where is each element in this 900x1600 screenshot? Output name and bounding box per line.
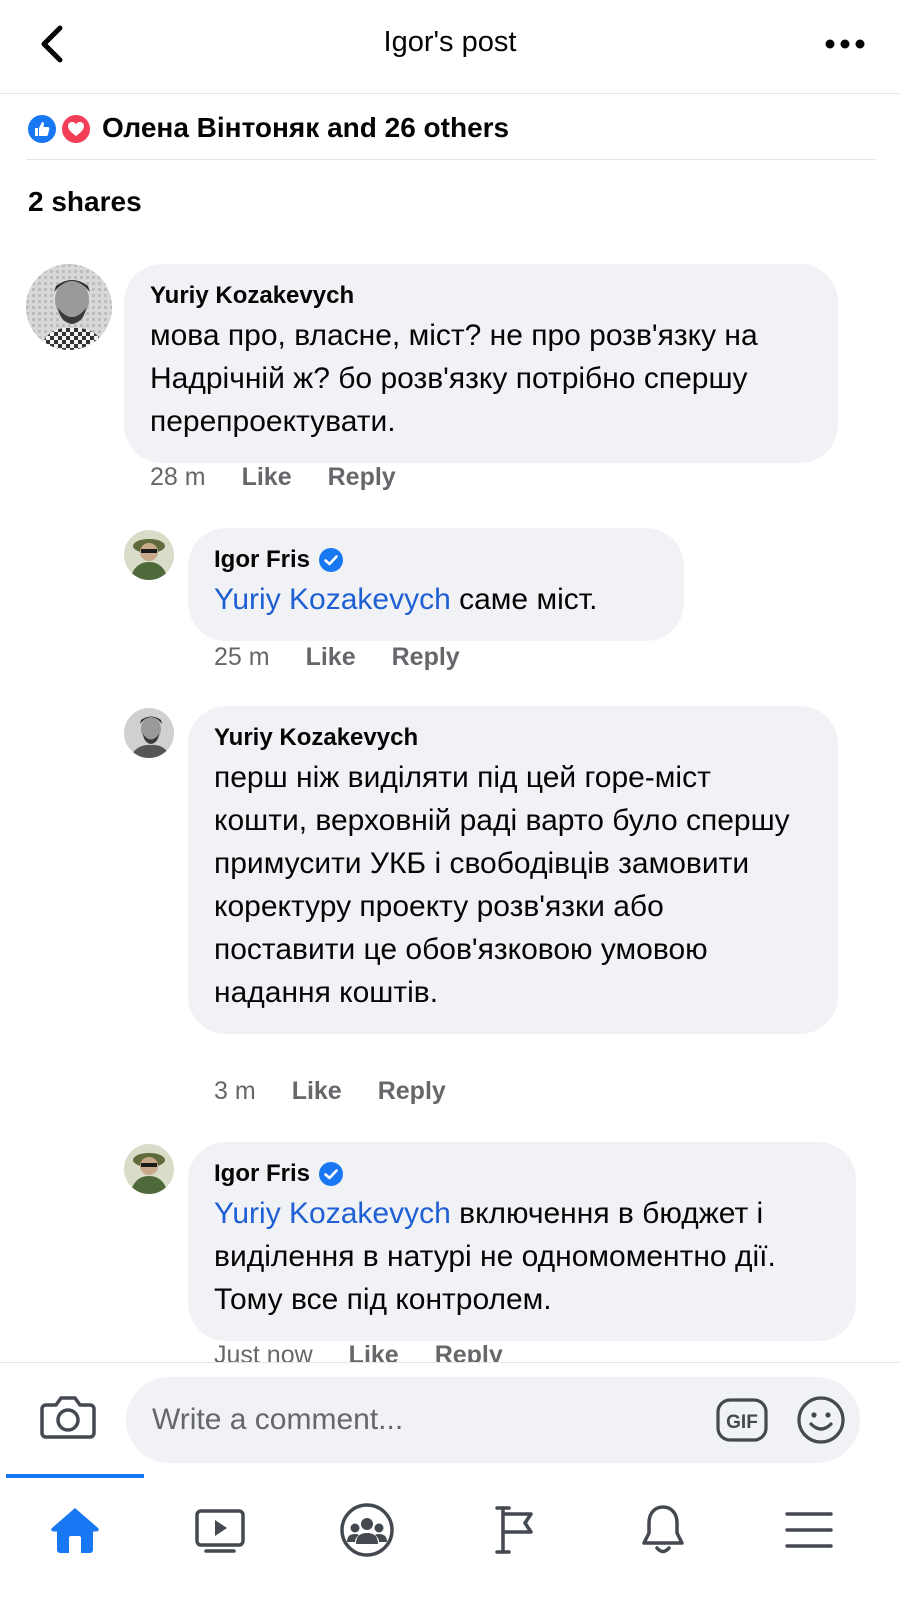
- love-reaction-icon: [60, 112, 92, 145]
- emoji-icon: [797, 1396, 845, 1444]
- comment-time[interactable]: 28 m: [150, 463, 206, 492]
- comment-bubble: Igor Fris Yuriy Kozakevych саме міст.: [188, 528, 684, 641]
- reaction-icons: [26, 111, 96, 145]
- reply-button[interactable]: Reply: [328, 463, 396, 492]
- emoji-button[interactable]: [796, 1395, 846, 1445]
- reply-button[interactable]: Reply: [378, 1077, 446, 1106]
- comment-text: перш ніж виділяти під цей горе-міст кошт…: [214, 761, 790, 1009]
- avatar[interactable]: [26, 264, 112, 350]
- nav-video[interactable]: [175, 1498, 265, 1562]
- groups-icon: [340, 1503, 394, 1557]
- verified-badge-icon: [319, 1162, 344, 1186]
- comment-text: мова про, власне, міст? не про розв'язку…: [150, 319, 758, 438]
- page-title: Igor's post: [383, 26, 517, 58]
- more-options-button[interactable]: [820, 26, 870, 62]
- notifications-bell-icon: [642, 1505, 684, 1554]
- comment-text: Yuriy Kozakevych саме міст.: [214, 583, 598, 616]
- mention-link[interactable]: Yuriy Kozakevych: [214, 583, 451, 616]
- comment-author[interactable]: Yuriy Kozakevych: [214, 724, 812, 752]
- avatar[interactable]: [124, 708, 174, 758]
- like-button[interactable]: Like: [306, 643, 356, 672]
- like-button[interactable]: Like: [242, 463, 292, 492]
- video-icon: [195, 1509, 245, 1553]
- like-reaction-icon: [26, 112, 58, 145]
- nav-home[interactable]: [30, 1498, 120, 1562]
- pages-flag-icon: [495, 1506, 533, 1554]
- bottom-navigation: [0, 1474, 900, 1600]
- camera-button[interactable]: [40, 1393, 100, 1449]
- comment-composer: GIF: [0, 1362, 900, 1474]
- verified-badge-icon: [319, 548, 344, 572]
- gif-label: GIF: [726, 1412, 758, 1433]
- avatar[interactable]: [124, 530, 174, 580]
- comment-author[interactable]: Igor Fris: [214, 1160, 830, 1188]
- comment-actions: 3 m Like Reply: [214, 1077, 446, 1106]
- comment-text: Yuriy Kozakevych включення в бюджет і ви…: [214, 1197, 776, 1316]
- like-button[interactable]: Like: [292, 1077, 342, 1106]
- reactions-text: Олена Вінтоняк and 26 others: [102, 111, 510, 143]
- comment-actions: 25 m Like Reply: [214, 643, 460, 672]
- active-tab-indicator: [6, 1474, 144, 1478]
- more-horizontal-icon: [825, 39, 865, 49]
- comment-time[interactable]: 3 m: [214, 1077, 256, 1106]
- shares-count[interactable]: 2 shares: [28, 186, 142, 218]
- comment-bubble: Igor Fris Yuriy Kozakevych включення в б…: [188, 1142, 856, 1341]
- nav-pages[interactable]: [470, 1498, 560, 1562]
- gif-button[interactable]: GIF: [716, 1397, 768, 1443]
- comment-actions: 28 m Like Reply: [150, 463, 396, 492]
- avatar[interactable]: [124, 1144, 174, 1194]
- post-header: Igor's post: [0, 0, 900, 94]
- comment-bubble: Yuriy Kozakevych перш ніж виділяти під ц…: [188, 706, 838, 1034]
- menu-icon: [785, 1512, 833, 1548]
- mention-link[interactable]: Yuriy Kozakevych: [214, 1197, 451, 1230]
- nav-groups[interactable]: [322, 1498, 412, 1562]
- comment-author[interactable]: Igor Fris: [214, 546, 658, 574]
- home-icon: [51, 1508, 99, 1553]
- reply-button[interactable]: Reply: [392, 643, 460, 672]
- reactions-summary[interactable]: Олена Вінтоняк and 26 others: [26, 96, 876, 160]
- comment-time[interactable]: 25 m: [214, 643, 270, 672]
- camera-icon: [40, 1396, 96, 1439]
- nav-menu[interactable]: [764, 1498, 854, 1562]
- nav-notifications[interactable]: [618, 1498, 708, 1562]
- comment-bubble: Yuriy Kozakevych мова про, власне, міст?…: [124, 264, 838, 463]
- comment-author[interactable]: Yuriy Kozakevych: [150, 282, 812, 310]
